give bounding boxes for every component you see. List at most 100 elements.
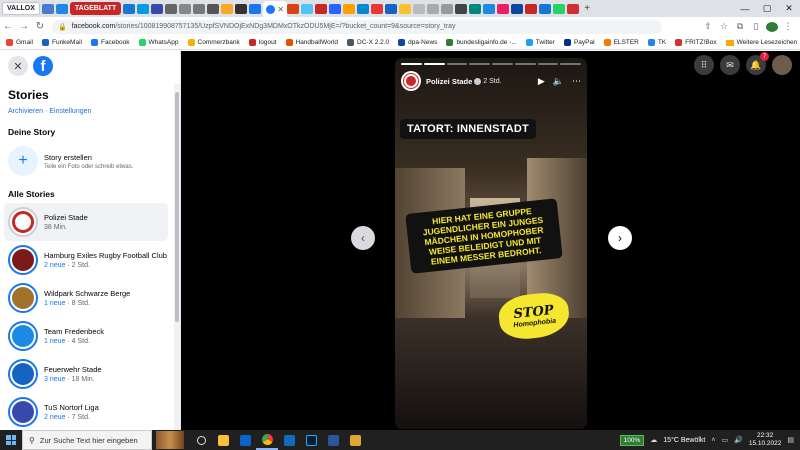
story-item-feuerwehr-stade[interactable]: Feuerwehr Stade 3 neue · 18 Min. <box>4 355 168 393</box>
notifications-button[interactable]: 🔔 7 <box>746 52 769 75</box>
task-view-icon[interactable] <box>190 430 212 450</box>
clock[interactable]: 22:32 15.10.2022 <box>749 432 782 448</box>
tab-favicon[interactable] <box>525 3 538 14</box>
story-item-tus-nortorf[interactable]: TuS Nortorf Liga 2 neue · 7 Std. <box>4 393 168 430</box>
tab-favicon[interactable] <box>151 3 164 14</box>
previous-story-button[interactable]: ‹ <box>351 226 375 250</box>
tab-favicon[interactable] <box>301 3 314 14</box>
more-icon[interactable]: ⋯ <box>572 76 581 87</box>
bookmark-item[interactable]: logout <box>248 39 277 46</box>
tab-favicon[interactable] <box>165 3 178 14</box>
url-input[interactable]: 🔒 facebook.com /stories/100819908757135/… <box>52 19 662 34</box>
tab-favicon[interactable] <box>343 3 356 14</box>
other-bookmarks[interactable]: Weitere Lesezeichen <box>725 39 800 46</box>
scrollbar-thumb[interactable] <box>175 92 179 322</box>
bookmark-item[interactable]: HandballWorld <box>285 39 338 46</box>
tab-favicon[interactable] <box>357 3 370 14</box>
back-icon[interactable]: ← <box>0 19 16 35</box>
tab-favicon[interactable] <box>553 3 566 14</box>
bookmark-item[interactable]: Gmail <box>6 39 33 46</box>
author-avatar[interactable] <box>401 71 421 91</box>
tab-favicon[interactable] <box>483 3 496 14</box>
network-icon[interactable]: ▭ <box>721 436 728 444</box>
new-tab-button[interactable]: + <box>581 2 593 15</box>
search-highlight-image[interactable] <box>156 431 184 449</box>
sidebar-icon[interactable]: ▯ <box>750 21 762 32</box>
mute-icon[interactable]: 🔈 <box>553 76 564 87</box>
share-icon[interactable]: ⇧ <box>702 21 714 32</box>
tab-favicon[interactable] <box>539 3 552 14</box>
tab-favicon[interactable] <box>137 3 150 14</box>
tab-favicon[interactable] <box>221 3 234 14</box>
bookmark-item[interactable]: DC-X 2.2.0 <box>347 39 389 46</box>
tab-favicon[interactable] <box>235 3 248 14</box>
tab-tageblatt[interactable]: TAGEBLATT <box>69 2 122 15</box>
tab-favicon[interactable] <box>207 3 220 14</box>
tab-favicon[interactable] <box>441 3 454 14</box>
facebook-logo-icon[interactable]: f <box>33 56 53 76</box>
close-tab-icon[interactable]: ✕ <box>277 5 284 14</box>
tab-favicon[interactable] <box>249 3 262 14</box>
bookmark-item[interactable]: FRITZ!Box <box>675 39 717 46</box>
mail-icon[interactable] <box>234 430 256 450</box>
bookmark-item[interactable]: FunkeMail <box>41 39 82 46</box>
notifications-icon[interactable]: ▤ <box>787 436 794 444</box>
bookmark-item[interactable]: Facebook <box>90 39 130 46</box>
chevron-up-icon[interactable]: ˄ <box>711 437 715 444</box>
create-story-button[interactable]: + Story erstellen Teile ein Foto oder sc… <box>8 146 133 176</box>
tab-favicon[interactable] <box>567 3 580 14</box>
settings-link[interactable]: Einstellungen <box>49 108 91 115</box>
outlook-icon[interactable] <box>278 430 300 450</box>
folder-icon[interactable] <box>344 430 366 450</box>
reload-icon[interactable]: ↻ <box>32 19 48 35</box>
extensions-icon[interactable]: ⧉ <box>734 21 746 32</box>
close-window-icon[interactable]: ✕ <box>778 0 800 17</box>
minimize-icon[interactable]: — <box>734 0 756 17</box>
tab-favicon[interactable] <box>41 3 54 14</box>
tab-favicon[interactable] <box>371 3 384 14</box>
archive-link[interactable]: Archivieren <box>8 108 43 115</box>
start-button[interactable] <box>0 430 22 450</box>
tab-vallox[interactable]: VALLOX <box>2 2 40 15</box>
battery-indicator[interactable]: 100% <box>619 434 645 446</box>
tab-favicon[interactable] <box>455 3 468 14</box>
tab-favicon[interactable] <box>193 3 206 14</box>
story-item-wildpark[interactable]: Wildpark Schwarze Berge 1 neue · 8 Std. <box>4 279 168 317</box>
messenger-button[interactable]: ✉ <box>720 55 740 75</box>
tab-favicon[interactable] <box>399 3 412 14</box>
bookmark-item[interactable]: bundesligainfo.de -... <box>446 39 517 46</box>
tab-favicon[interactable] <box>287 3 300 14</box>
menu-kebab-icon[interactable]: ⋮ <box>782 21 794 32</box>
tab-favicon[interactable] <box>385 3 398 14</box>
profile-avatar[interactable] <box>766 21 778 32</box>
photoshop-icon[interactable] <box>300 430 322 450</box>
word-icon[interactable] <box>322 430 344 450</box>
maximize-icon[interactable]: ▢ <box>756 0 778 17</box>
tab-favicon[interactable] <box>179 3 192 14</box>
story-item-team-fredenbeck[interactable]: Team Fredenbeck 1 neue · 4 Std. <box>4 317 168 355</box>
forward-icon[interactable]: → <box>16 19 32 35</box>
tab-favicon[interactable] <box>427 3 440 14</box>
story-card[interactable]: Polizei Stade 2 Std. ▶ 🔈 ⋯ TATORT: INNEN… <box>395 58 587 429</box>
bookmark-star-icon[interactable]: ☆ <box>718 21 730 32</box>
sidebar-scrollbar[interactable] <box>174 84 180 430</box>
tab-active-facebook[interactable]: ✕ <box>263 1 288 17</box>
play-icon[interactable]: ▶ <box>538 76 545 87</box>
chrome-icon[interactable] <box>256 430 278 450</box>
tab-favicon[interactable] <box>315 3 328 14</box>
bookmark-item[interactable]: WhatsApp <box>138 39 179 46</box>
bookmark-item[interactable]: TK <box>647 39 666 46</box>
bookmark-item[interactable]: dpa-News <box>398 39 437 46</box>
story-item-polizei-stade[interactable]: Polizei Stade 38 Min. <box>4 203 168 241</box>
tab-favicon[interactable] <box>497 3 510 14</box>
file-explorer-icon[interactable] <box>212 430 234 450</box>
volume-icon[interactable]: 🔊 <box>734 436 743 444</box>
tab-favicon[interactable] <box>329 3 342 14</box>
tab-favicon[interactable] <box>469 3 482 14</box>
weather-text[interactable]: 15°C Bewölkt <box>663 437 705 444</box>
bookmark-item[interactable]: PayPal <box>563 39 595 46</box>
story-author-name[interactable]: Polizei Stade <box>426 77 472 86</box>
bookmark-item[interactable]: Twitter <box>525 39 555 46</box>
next-story-button[interactable]: › <box>608 226 632 250</box>
tab-favicon[interactable] <box>55 3 68 14</box>
